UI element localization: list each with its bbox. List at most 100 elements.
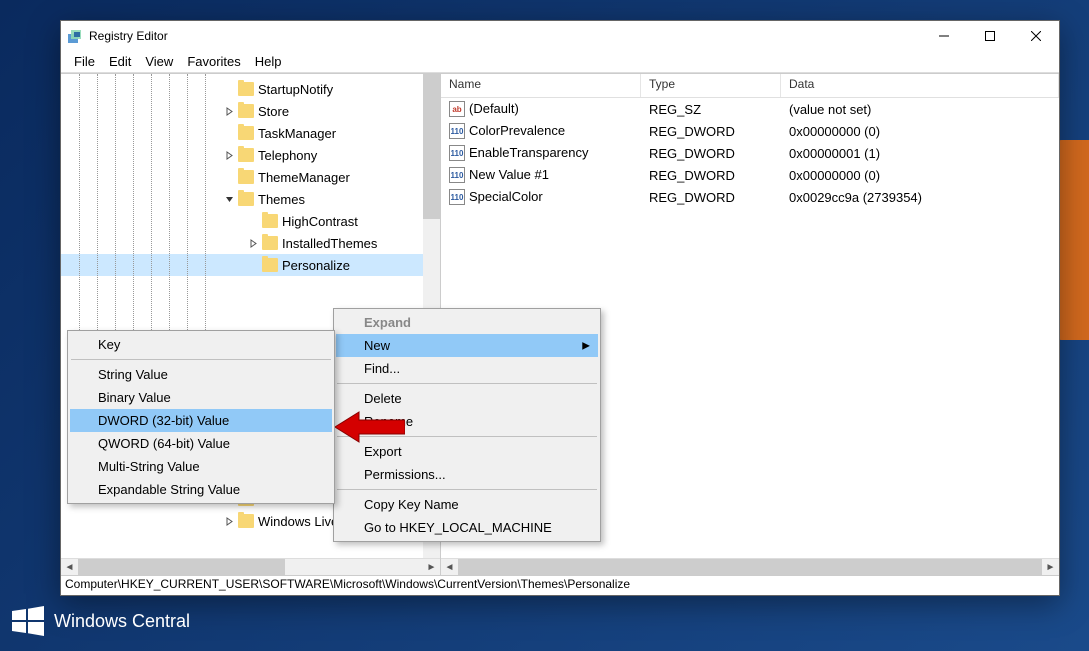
column-type[interactable]: Type: [641, 74, 781, 97]
expand-toggle[interactable]: [223, 171, 235, 183]
menu-item: Expand: [336, 311, 598, 334]
menu-item[interactable]: Binary Value: [70, 386, 332, 409]
tree-item-label: Telephony: [258, 148, 317, 163]
menu-item[interactable]: Go to HKEY_LOCAL_MACHINE: [336, 516, 598, 539]
value-data: 0x00000000 (0): [781, 168, 1059, 183]
list-row[interactable]: 110EnableTransparencyREG_DWORD0x00000001…: [441, 142, 1059, 164]
menu-item[interactable]: String Value: [70, 363, 332, 386]
tree-item-label: Themes: [258, 192, 305, 207]
folder-icon: [238, 170, 254, 184]
list-row[interactable]: 110ColorPrevalenceREG_DWORD0x00000000 (0…: [441, 120, 1059, 142]
submenu-arrow-icon: ▶: [582, 340, 590, 351]
expand-toggle[interactable]: [223, 83, 235, 95]
menu-item[interactable]: Delete: [336, 387, 598, 410]
window-title: Registry Editor: [89, 29, 921, 43]
tree-item[interactable]: Store: [61, 100, 440, 122]
expand-toggle[interactable]: [223, 149, 235, 161]
tree-item[interactable]: TaskManager: [61, 122, 440, 144]
titlebar[interactable]: Registry Editor: [61, 21, 1059, 51]
column-name[interactable]: Name: [441, 74, 641, 97]
folder-icon: [238, 148, 254, 162]
string-value-icon: ab: [449, 101, 465, 117]
menu-file[interactable]: File: [67, 52, 102, 71]
tree-item[interactable]: InstalledThemes: [61, 232, 440, 254]
expand-toggle[interactable]: [223, 193, 235, 205]
value-data: 0x0029cc9a (2739354): [781, 190, 1059, 205]
statusbar: Computer\HKEY_CURRENT_USER\SOFTWARE\Micr…: [61, 575, 1059, 595]
menu-item[interactable]: Multi-String Value: [70, 455, 332, 478]
context-submenu-new: Key String ValueBinary ValueDWORD (32-bit…: [67, 330, 335, 504]
tree-item-label: ThemeManager: [258, 170, 350, 185]
folder-icon: [238, 82, 254, 96]
list-row[interactable]: 110 New Value #1 REG_DWORD0x00000000 (0): [441, 164, 1059, 186]
menu-item[interactable]: Copy Key Name: [336, 493, 598, 516]
tree-item[interactable]: Telephony: [61, 144, 440, 166]
tree-item-label: HighContrast: [282, 214, 358, 229]
minimize-button[interactable]: [921, 21, 967, 51]
value-name: New Value #1: [469, 167, 549, 182]
menu-item[interactable]: DWORD (32-bit) Value: [70, 409, 332, 432]
app-icon: [67, 28, 83, 44]
watermark: Windows Central: [12, 605, 190, 637]
expand-toggle[interactable]: [223, 127, 235, 139]
tree-item-label: InstalledThemes: [282, 236, 377, 251]
list-horizontal-scrollbar[interactable]: ◄ ►: [441, 558, 1059, 575]
folder-icon: [238, 192, 254, 206]
value-name: (Default): [469, 101, 519, 116]
value-type: REG_DWORD: [641, 190, 781, 205]
folder-icon: [262, 214, 278, 228]
value-name: EnableTransparency: [469, 145, 588, 160]
value-name: SpecialColor: [469, 189, 543, 204]
value-type: REG_DWORD: [641, 124, 781, 139]
menu-item[interactable]: Find...: [336, 357, 598, 380]
tree-horizontal-scrollbar[interactable]: ◄ ►: [61, 558, 440, 575]
expand-toggle[interactable]: [247, 237, 259, 249]
windows-central-logo: [12, 605, 44, 637]
value-type: REG_SZ: [641, 102, 781, 117]
menu-view[interactable]: View: [138, 52, 180, 71]
folder-icon: [238, 126, 254, 140]
tree-item-label: TaskManager: [258, 126, 336, 141]
value-type: REG_DWORD: [641, 146, 781, 161]
menubar: File Edit View Favorites Help: [61, 51, 1059, 73]
menu-edit[interactable]: Edit: [102, 52, 138, 71]
menu-item[interactable]: QWORD (64-bit) Value: [70, 432, 332, 455]
tree-item[interactable]: Themes: [61, 188, 440, 210]
folder-icon: [262, 236, 278, 250]
tree-item-label: Store: [258, 104, 289, 119]
column-data[interactable]: Data: [781, 74, 1059, 97]
menu-help[interactable]: Help: [248, 52, 289, 71]
list-row[interactable]: ab (Default) REG_SZ(value not set): [441, 98, 1059, 120]
binary-value-icon: 110: [449, 189, 465, 205]
tree-item-label: StartupNotify: [258, 82, 333, 97]
folder-icon: [238, 514, 254, 528]
menu-item[interactable]: Permissions...: [336, 463, 598, 486]
maximize-button[interactable]: [967, 21, 1013, 51]
tree-item[interactable]: HighContrast: [61, 210, 440, 232]
tree-item-label: Personalize: [282, 258, 350, 273]
menu-item[interactable]: Expandable String Value: [70, 478, 332, 501]
tree-item[interactable]: StartupNotify: [61, 78, 440, 100]
expand-toggle[interactable]: [223, 515, 235, 527]
tree-item[interactable]: ThemeManager: [61, 166, 440, 188]
menu-item[interactable]: New▶: [336, 334, 598, 357]
tree-item[interactable]: Personalize: [61, 254, 440, 276]
value-type: REG_DWORD: [641, 168, 781, 183]
list-header: Name Type Data: [441, 74, 1059, 98]
value-data: (value not set): [781, 102, 1059, 117]
expand-toggle[interactable]: [223, 105, 235, 117]
value-name: ColorPrevalence: [469, 123, 565, 138]
menu-item[interactable]: Key: [70, 333, 332, 356]
menu-favorites[interactable]: Favorites: [180, 52, 247, 71]
binary-value-icon: 110: [449, 123, 465, 139]
expand-toggle[interactable]: [247, 259, 259, 271]
arrow-annotation: [335, 410, 405, 447]
binary-value-icon: 110: [449, 145, 465, 161]
folder-icon: [238, 104, 254, 118]
list-row[interactable]: 110 SpecialColor REG_DWORD0x0029cc9a (2739…: [441, 186, 1059, 208]
close-button[interactable]: [1013, 21, 1059, 51]
watermark-text: Windows Central: [54, 611, 190, 632]
expand-toggle[interactable]: [247, 215, 259, 227]
binary-value-icon: 110: [449, 167, 465, 183]
tree-item-label: Windows Live: [258, 514, 338, 529]
